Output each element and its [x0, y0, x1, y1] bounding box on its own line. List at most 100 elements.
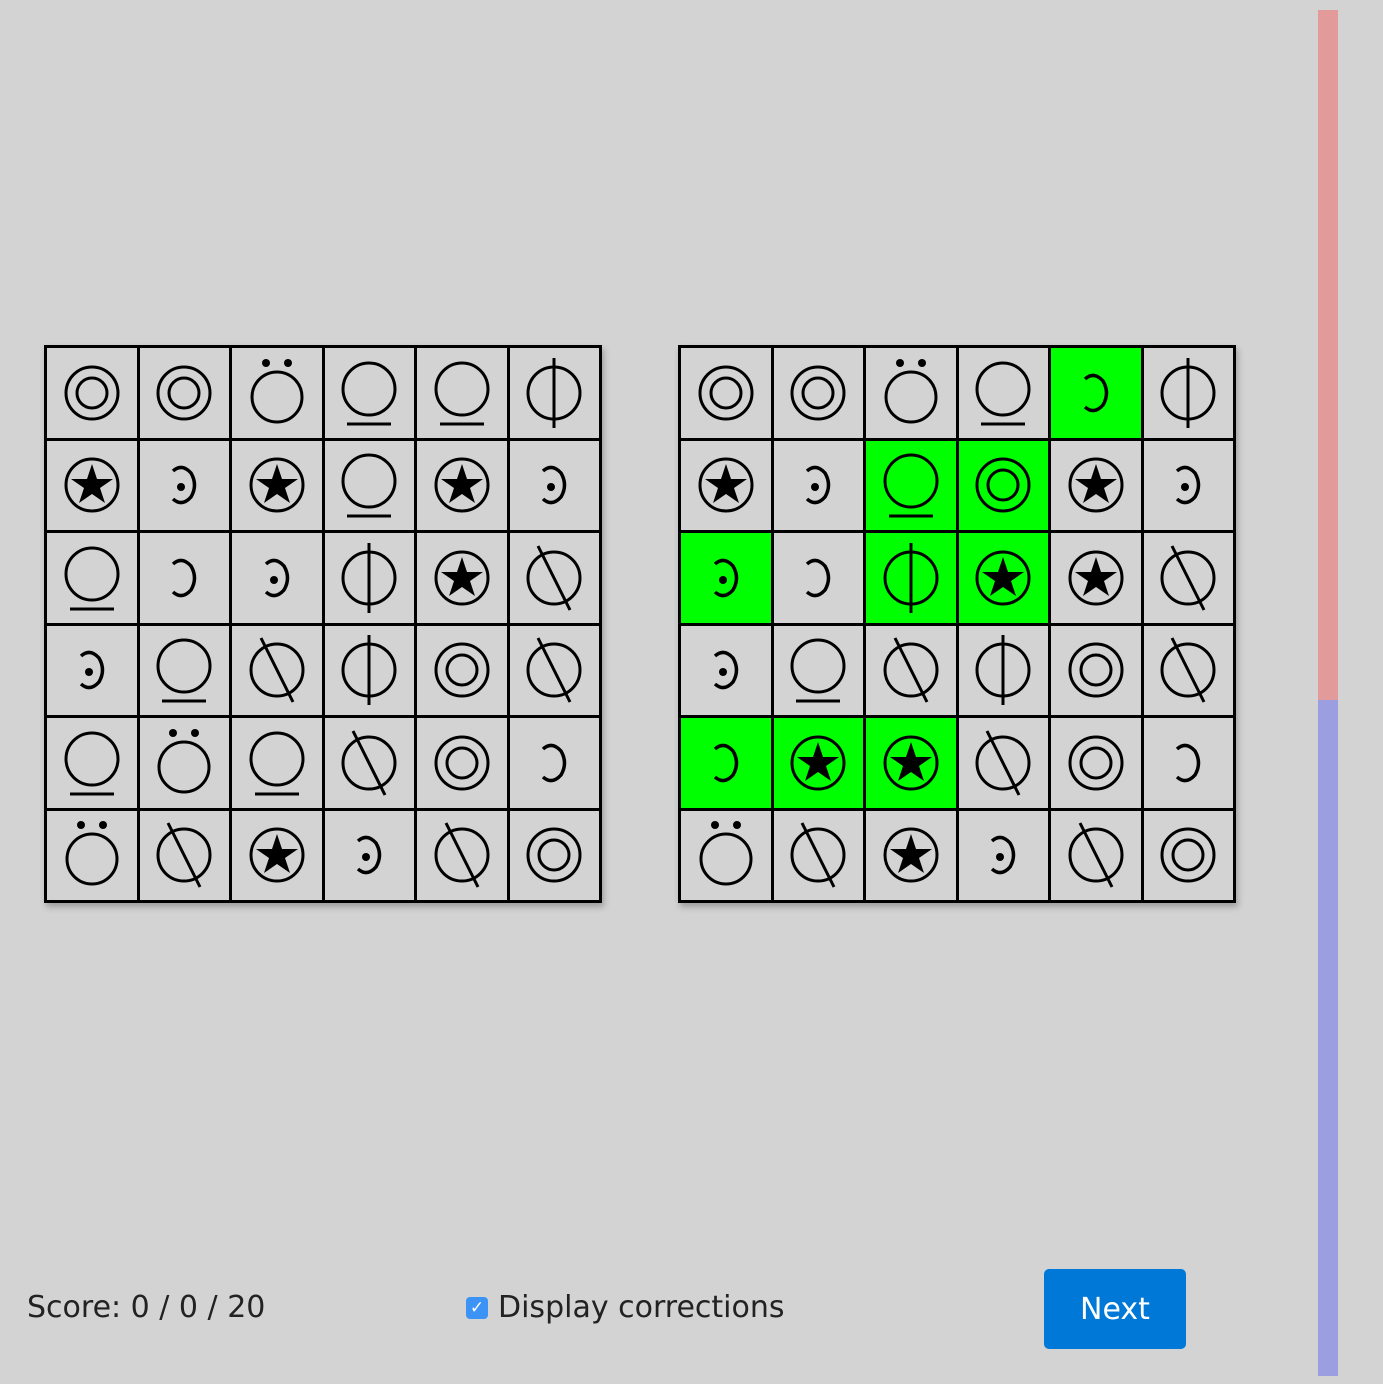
- grid-cell-underlined-circle[interactable]: [47, 533, 137, 623]
- grid-cell-slashed-circle[interactable]: [1143, 533, 1233, 623]
- reversed-c-icon: [1083, 373, 1108, 412]
- checkbox-checked-icon[interactable]: ✓: [466, 1296, 488, 1319]
- slashed-circle-icon: [1160, 545, 1216, 611]
- grid-cell-reversed-c-dot[interactable]: [47, 625, 137, 715]
- grid-cell-star-circle[interactable]: [47, 440, 137, 530]
- grid-cell-reversed-c-dot[interactable]: [232, 533, 322, 623]
- grid-cell-underlined-circle[interactable]: [232, 718, 322, 808]
- grid-cell-star-circle[interactable]: [866, 810, 956, 900]
- grid-cell-vertical-bar-circle[interactable]: [324, 625, 414, 715]
- grid-cell-double-circle[interactable]: [773, 348, 863, 438]
- display-corrections-label: Display corrections: [498, 1290, 785, 1325]
- slashed-circle-icon: [341, 730, 397, 796]
- vertical-bar-circle-icon: [883, 542, 939, 613]
- reversed-c-dot-icon: [1176, 466, 1201, 505]
- grid-cell-umlaut-circle[interactable]: [232, 348, 322, 438]
- reversed-c-icon: [1176, 743, 1201, 782]
- grid-cell-vertical-bar-circle[interactable]: [509, 348, 599, 438]
- grid-cell-reversed-c-dot[interactable]: [139, 440, 229, 530]
- grid-cell-umlaut-circle[interactable]: [47, 810, 137, 900]
- grid-cell-reversed-c[interactable]: [509, 718, 599, 808]
- reversed-c-dot-icon: [79, 651, 104, 690]
- grid-cell-slashed-circle[interactable]: [1143, 625, 1233, 715]
- grid-cell-vertical-bar-circle[interactable]: [324, 533, 414, 623]
- underlined-circle-icon: [883, 453, 939, 518]
- grid-cell-underlined-circle[interactable]: [417, 348, 507, 438]
- grid-cell-star-circle[interactable]: [417, 440, 507, 530]
- grid-cell-umlaut-circle[interactable]: [681, 810, 771, 900]
- grid-cell-highlighted-reversed-c[interactable]: [681, 718, 771, 808]
- grid-cell-underlined-circle[interactable]: [773, 625, 863, 715]
- underlined-circle-icon: [341, 361, 397, 426]
- grid-cell-star-circle[interactable]: [232, 440, 322, 530]
- grid-cell-highlighted-star-circle[interactable]: [773, 718, 863, 808]
- reversed-c-icon: [713, 743, 738, 782]
- star-circle-icon: [883, 827, 939, 883]
- grid-cell-slashed-circle[interactable]: [509, 625, 599, 715]
- grid-cell-highlighted-star-circle[interactable]: [958, 533, 1048, 623]
- umlaut-circle-icon: [157, 728, 211, 794]
- grid-cell-slashed-circle[interactable]: [324, 718, 414, 808]
- double-circle-icon: [1160, 827, 1216, 883]
- underlined-circle-icon: [156, 638, 212, 703]
- grid-cell-double-circle[interactable]: [139, 348, 229, 438]
- grid-cell-reversed-c[interactable]: [1143, 718, 1233, 808]
- grid-cell-double-circle[interactable]: [1051, 625, 1141, 715]
- grid-cell-slashed-circle[interactable]: [773, 810, 863, 900]
- grid-cell-reversed-c-dot[interactable]: [1143, 440, 1233, 530]
- grid-cell-underlined-circle[interactable]: [324, 440, 414, 530]
- grid-cell-highlighted-reversed-c-dot[interactable]: [681, 533, 771, 623]
- grid-cell-underlined-circle[interactable]: [139, 625, 229, 715]
- right-grid: [678, 345, 1236, 903]
- grid-cell-underlined-circle[interactable]: [958, 348, 1048, 438]
- grid-cell-star-circle[interactable]: [232, 810, 322, 900]
- grid-cell-slashed-circle[interactable]: [232, 625, 322, 715]
- grid-cell-underlined-circle[interactable]: [47, 718, 137, 808]
- slashed-circle-icon: [1068, 822, 1124, 888]
- grid-cell-double-circle[interactable]: [417, 718, 507, 808]
- grid-cell-highlighted-underlined-circle[interactable]: [866, 440, 956, 530]
- grid-cell-reversed-c-dot[interactable]: [509, 440, 599, 530]
- reversed-c-dot-icon: [172, 466, 197, 505]
- next-button[interactable]: Next: [1044, 1269, 1186, 1349]
- grid-cell-double-circle[interactable]: [509, 810, 599, 900]
- grid-cell-slashed-circle[interactable]: [958, 718, 1048, 808]
- underlined-circle-icon: [341, 453, 397, 518]
- grid-cell-double-circle[interactable]: [1143, 810, 1233, 900]
- grid-cell-umlaut-circle[interactable]: [866, 348, 956, 438]
- slashed-circle-icon: [526, 637, 582, 703]
- grid-cell-double-circle[interactable]: [681, 348, 771, 438]
- grid-cell-vertical-bar-circle[interactable]: [1143, 348, 1233, 438]
- grid-cell-double-circle[interactable]: [1051, 718, 1141, 808]
- grid-cell-vertical-bar-circle[interactable]: [958, 625, 1048, 715]
- grid-cell-slashed-circle[interactable]: [866, 625, 956, 715]
- grid-cell-star-circle[interactable]: [1051, 533, 1141, 623]
- double-circle-icon: [434, 642, 490, 698]
- grid-cell-highlighted-vertical-bar-circle[interactable]: [866, 533, 956, 623]
- grid-cell-highlighted-reversed-c[interactable]: [1051, 348, 1141, 438]
- grid-cell-underlined-circle[interactable]: [324, 348, 414, 438]
- grid-cell-reversed-c-dot[interactable]: [324, 810, 414, 900]
- grid-cell-star-circle[interactable]: [417, 533, 507, 623]
- grid-cell-reversed-c-dot[interactable]: [958, 810, 1048, 900]
- grid-cell-highlighted-star-circle[interactable]: [866, 718, 956, 808]
- vertical-bar-circle-icon: [975, 635, 1031, 706]
- slashed-circle-icon: [249, 637, 305, 703]
- display-corrections-checkbox[interactable]: ✓ Display corrections: [466, 1290, 785, 1325]
- grid-cell-reversed-c[interactable]: [139, 533, 229, 623]
- grid-cell-reversed-c-dot[interactable]: [681, 625, 771, 715]
- grid-cell-star-circle[interactable]: [1051, 440, 1141, 530]
- grid-cell-star-circle[interactable]: [681, 440, 771, 530]
- grid-cell-reversed-c-dot[interactable]: [773, 440, 863, 530]
- grid-cell-reversed-c[interactable]: [773, 533, 863, 623]
- underlined-circle-icon: [249, 731, 305, 796]
- grid-cell-double-circle[interactable]: [47, 348, 137, 438]
- grid-cell-umlaut-circle[interactable]: [139, 718, 229, 808]
- grid-cell-double-circle[interactable]: [417, 625, 507, 715]
- grid-cell-slashed-circle[interactable]: [1051, 810, 1141, 900]
- grid-cell-slashed-circle[interactable]: [417, 810, 507, 900]
- grid-cell-highlighted-double-circle[interactable]: [958, 440, 1048, 530]
- double-circle-icon: [64, 365, 120, 421]
- grid-cell-slashed-circle[interactable]: [139, 810, 229, 900]
- grid-cell-slashed-circle[interactable]: [509, 533, 599, 623]
